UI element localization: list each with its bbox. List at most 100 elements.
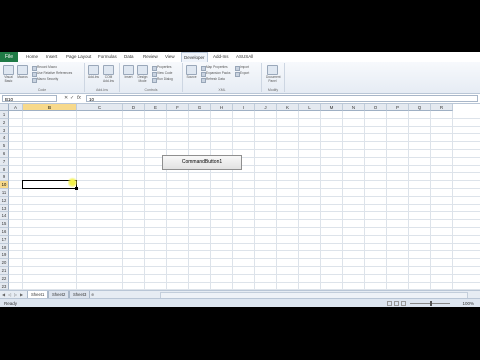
row-header-13[interactable]: 13 bbox=[0, 204, 9, 213]
group-code: Visual Basic Macros Record Macro Use Rel… bbox=[0, 63, 85, 92]
column-header-b[interactable]: B bbox=[23, 104, 77, 111]
relative-references-button[interactable]: Use Relative References bbox=[32, 71, 72, 77]
add-ins-button[interactable]: Add-Ins bbox=[87, 65, 100, 80]
refresh-data-button[interactable]: Refresh Data bbox=[201, 77, 225, 83]
tab-page-layout[interactable]: Page Layout bbox=[66, 52, 91, 62]
insert-control-button[interactable]: Insert bbox=[122, 65, 135, 80]
row-header-22[interactable]: 22 bbox=[0, 274, 9, 283]
row-header-3[interactable]: 3 bbox=[0, 126, 9, 135]
row-header-14[interactable]: 14 bbox=[0, 212, 9, 221]
column-header-p[interactable]: P bbox=[387, 104, 409, 111]
row-header-8[interactable]: 8 bbox=[0, 165, 9, 174]
tab-developer[interactable]: Developer bbox=[181, 52, 208, 62]
group-controls-label: Controls bbox=[144, 88, 158, 92]
column-header-f[interactable]: F bbox=[167, 104, 189, 111]
column-header-e[interactable]: E bbox=[145, 104, 167, 111]
command-button-1[interactable]: CommandButton1 bbox=[162, 155, 242, 170]
record-macro-button[interactable]: Record Macro bbox=[32, 65, 57, 71]
tab-add-ins[interactable]: Add-Ins bbox=[213, 52, 229, 62]
design-mode-button[interactable]: Design Mode bbox=[136, 65, 149, 83]
cancel-icon[interactable]: ✕ bbox=[64, 94, 68, 103]
group-modify-label: Modify bbox=[267, 88, 279, 92]
zoom-level[interactable]: 100% bbox=[462, 299, 474, 307]
properties-button[interactable]: Properties bbox=[152, 65, 172, 71]
row-header-10[interactable]: 10 bbox=[0, 181, 9, 189]
column-header-l[interactable]: L bbox=[299, 104, 321, 111]
page-break-view-icon[interactable] bbox=[401, 301, 406, 306]
row-header-19[interactable]: 19 bbox=[0, 251, 9, 260]
row-header-15[interactable]: 15 bbox=[0, 220, 9, 228]
select-all-corner[interactable] bbox=[0, 104, 9, 111]
insert-function-button[interactable]: fx bbox=[77, 94, 81, 103]
tab-asusall[interactable]: ASUSAll bbox=[236, 52, 253, 62]
column-header-j[interactable]: J bbox=[255, 104, 277, 111]
new-sheet-icon[interactable]: ⊕ bbox=[91, 292, 94, 297]
run-dialog-button[interactable]: Run Dialog bbox=[152, 77, 173, 83]
macro-security-button[interactable]: Macro Security bbox=[32, 77, 58, 83]
first-sheet-icon[interactable]: ◀ bbox=[2, 292, 5, 297]
prev-sheet-icon[interactable]: ◁ bbox=[8, 292, 11, 297]
tab-formulas[interactable]: Formulas bbox=[98, 52, 117, 62]
insert-control-icon bbox=[123, 65, 134, 75]
row-header-5[interactable]: 5 bbox=[0, 142, 9, 150]
normal-view-icon[interactable] bbox=[387, 301, 392, 306]
row-header-2[interactable]: 2 bbox=[0, 118, 9, 127]
column-header-g[interactable]: G bbox=[189, 104, 211, 111]
row-header-20[interactable]: 20 bbox=[0, 259, 9, 267]
row-header-11[interactable]: 11 bbox=[0, 189, 9, 197]
column-header-r[interactable]: R bbox=[431, 104, 453, 111]
next-sheet-icon[interactable]: ▷ bbox=[14, 292, 17, 297]
formula-input[interactable]: 10 bbox=[86, 95, 478, 102]
ribbon: Visual Basic Macros Record Macro Use Rel… bbox=[0, 62, 480, 94]
page-layout-view-icon[interactable] bbox=[394, 301, 399, 306]
name-box[interactable]: B10 bbox=[2, 95, 57, 102]
xml-source-icon bbox=[186, 65, 197, 75]
column-header-a[interactable]: A bbox=[9, 104, 23, 111]
macros-button[interactable]: Macros bbox=[16, 65, 29, 80]
tab-review[interactable]: Review bbox=[143, 52, 158, 62]
last-sheet-icon[interactable]: ▶ bbox=[20, 292, 23, 297]
column-header-d[interactable]: D bbox=[123, 104, 145, 111]
column-header-q[interactable]: Q bbox=[409, 104, 431, 111]
com-add-ins-button[interactable]: COM Add-Ins bbox=[102, 65, 115, 83]
column-header-c[interactable]: C bbox=[77, 104, 123, 111]
column-header-o[interactable]: O bbox=[365, 104, 387, 111]
view-code-button[interactable]: View Code bbox=[152, 71, 172, 77]
document-panel-button[interactable]: Document Panel bbox=[266, 65, 281, 83]
macros-icon bbox=[17, 65, 28, 75]
row-header-7[interactable]: 7 bbox=[0, 157, 9, 166]
export-button[interactable]: Export bbox=[235, 71, 249, 77]
group-code-label: Code bbox=[37, 88, 47, 92]
row-header-4[interactable]: 4 bbox=[0, 134, 9, 143]
column-header-h[interactable]: H bbox=[211, 104, 233, 111]
row-header-12[interactable]: 12 bbox=[0, 196, 9, 205]
row-header-6[interactable]: 6 bbox=[0, 150, 9, 158]
column-header-k[interactable]: K bbox=[277, 104, 299, 111]
map-properties-button[interactable]: Map Properties bbox=[201, 65, 228, 71]
enter-icon[interactable]: ✓ bbox=[70, 94, 74, 103]
tab-insert[interactable]: Insert bbox=[46, 52, 57, 62]
tab-home[interactable]: Home bbox=[26, 52, 38, 62]
tab-file[interactable]: File bbox=[0, 52, 18, 62]
expansion-packs-button[interactable]: Expansion Packs bbox=[201, 71, 230, 77]
column-header-m[interactable]: M bbox=[321, 104, 343, 111]
status-mode: Ready bbox=[4, 301, 18, 306]
column-header-n[interactable]: N bbox=[343, 104, 365, 111]
tab-view[interactable]: View bbox=[165, 52, 175, 62]
row-header-17[interactable]: 17 bbox=[0, 235, 9, 244]
tab-data[interactable]: Data bbox=[124, 52, 134, 62]
zoom-slider-handle[interactable] bbox=[430, 301, 432, 306]
worksheet-grid[interactable]: A B C D E F G H I J K L M N O P Q R 1 2 3 4 5 6 7 8 9 10 11 12 13 14 15 1… bbox=[0, 104, 480, 306]
column-header-i[interactable]: I bbox=[233, 104, 255, 111]
row-header-9[interactable]: 9 bbox=[0, 173, 9, 182]
xml-source-button[interactable]: Source bbox=[185, 65, 198, 80]
design-mode-icon bbox=[137, 65, 148, 75]
add-ins-icon bbox=[88, 65, 99, 75]
group-controls: Insert Design Mode Properties View Code … bbox=[120, 63, 183, 92]
visual-basic-button[interactable]: Visual Basic bbox=[2, 65, 15, 83]
row-header-1[interactable]: 1 bbox=[0, 111, 9, 119]
row-header-21[interactable]: 21 bbox=[0, 267, 9, 275]
import-button[interactable]: Import bbox=[235, 65, 249, 71]
row-header-16[interactable]: 16 bbox=[0, 228, 9, 236]
row-header-18[interactable]: 18 bbox=[0, 243, 9, 252]
